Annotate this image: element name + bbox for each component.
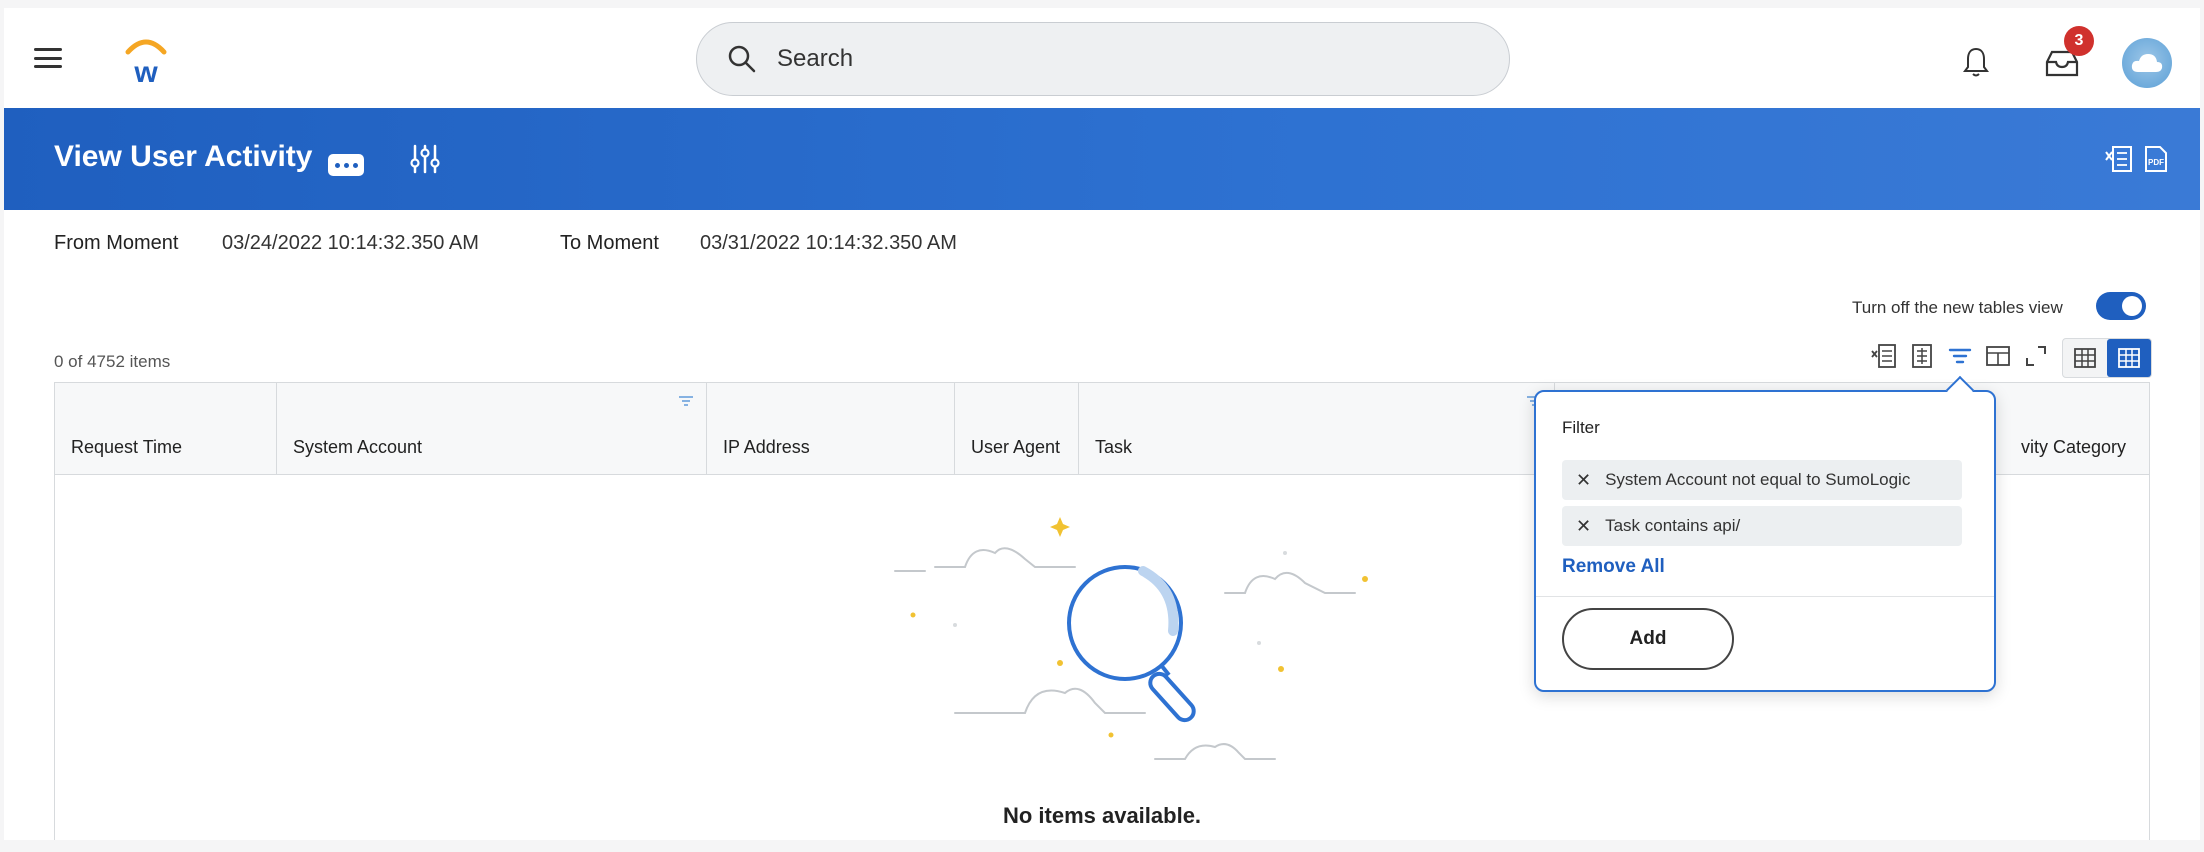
table-view-button[interactable]	[2063, 339, 2107, 377]
filter-chip: ✕ System Account not equal to SumoLogic	[1562, 460, 1962, 500]
page: w Search 3 View User Activity PDF From M…	[4, 8, 2200, 840]
bell-icon[interactable]	[1962, 46, 1990, 78]
table-toolbar	[1870, 342, 2050, 370]
expand-icon[interactable]	[2022, 342, 2050, 370]
new-tables-toggle-label: Turn off the new tables view	[1852, 298, 2063, 317]
columns-icon[interactable]	[1984, 342, 2012, 370]
divider	[1536, 596, 1994, 597]
item-count: 0 of 4752 items	[54, 352, 171, 371]
svg-text:PDF: PDF	[2148, 158, 2164, 167]
column-label: Request Time	[71, 437, 183, 457]
column-label: System Account	[293, 437, 423, 457]
column-label: vity Category	[2021, 437, 2127, 457]
export-excel-icon[interactable]	[1870, 342, 1898, 370]
page-title: View User Activity	[54, 140, 313, 173]
column-header-request-time[interactable]: Request Time	[55, 383, 277, 475]
column-label: User Agent	[971, 437, 1061, 457]
table-icon	[2074, 348, 2096, 368]
filter-popup: Filter ✕ System Account not equal to Sum…	[1534, 375, 1996, 692]
top-nav: w Search 3	[4, 8, 2200, 108]
to-moment-value: 03/31/2022 10:14:32.350 AM	[700, 232, 957, 254]
new-tables-toggle[interactable]	[2096, 292, 2146, 320]
column-label: IP Address	[723, 437, 810, 457]
column-header-task[interactable]: Task	[1079, 383, 1555, 475]
related-actions-button[interactable]	[328, 154, 364, 176]
column-header-system-account[interactable]: System Account	[277, 383, 707, 475]
document-icon[interactable]	[1908, 342, 1936, 370]
export-excel-icon[interactable]	[2104, 144, 2134, 174]
column-filter-icon[interactable]	[678, 395, 694, 407]
column-header-user-agent[interactable]: User Agent	[955, 383, 1079, 475]
search-input[interactable]: Search	[696, 22, 1510, 96]
page-header: View User Activity PDF	[4, 108, 2200, 210]
avatar[interactable]	[2122, 38, 2172, 88]
remove-filter-icon[interactable]: ✕	[1576, 470, 1591, 491]
column-header-ip-address[interactable]: IP Address	[707, 383, 955, 475]
filter-popup-title: Filter	[1562, 418, 1600, 437]
filter-chip-label: System Account not equal to SumoLogic	[1605, 470, 1911, 489]
column-header-activity-category[interactable]: vity Category	[1981, 383, 2151, 475]
remove-filter-icon[interactable]: ✕	[1576, 516, 1591, 537]
filter-chip-label: Task contains api/	[1605, 516, 1741, 535]
add-filter-button[interactable]: Add	[1562, 608, 1734, 670]
app-frame: w Search 3 View User Activity PDF From M…	[0, 0, 2204, 852]
to-moment-label: To Moment	[560, 232, 659, 254]
filter-icon[interactable]	[1946, 342, 1974, 370]
notification-badge: 3	[2064, 26, 2094, 56]
popup-caret	[1945, 375, 1975, 405]
grid-icon	[2118, 348, 2140, 368]
empty-state-illustration	[894, 517, 1368, 760]
remove-all-filters-link[interactable]: Remove All	[1562, 556, 1665, 578]
export-pdf-icon[interactable]: PDF	[2140, 144, 2170, 174]
workday-logo[interactable]: w	[120, 32, 172, 88]
menu-icon[interactable]	[34, 48, 62, 68]
cloud-icon	[2131, 54, 2163, 72]
svg-text:w: w	[133, 56, 158, 88]
filter-chip: ✕ Task contains api/	[1562, 506, 1962, 546]
search-placeholder: Search	[777, 45, 854, 72]
from-moment-label: From Moment	[54, 232, 179, 254]
column-label: Task	[1095, 437, 1133, 457]
search-icon	[728, 45, 756, 73]
from-moment-value: 03/24/2022 10:14:32.350 AM	[222, 232, 479, 254]
grid-view-button[interactable]	[2107, 339, 2151, 377]
empty-message: No items available.	[1002, 803, 1202, 828]
view-switch	[2062, 338, 2152, 378]
sliders-icon[interactable]	[408, 142, 442, 176]
